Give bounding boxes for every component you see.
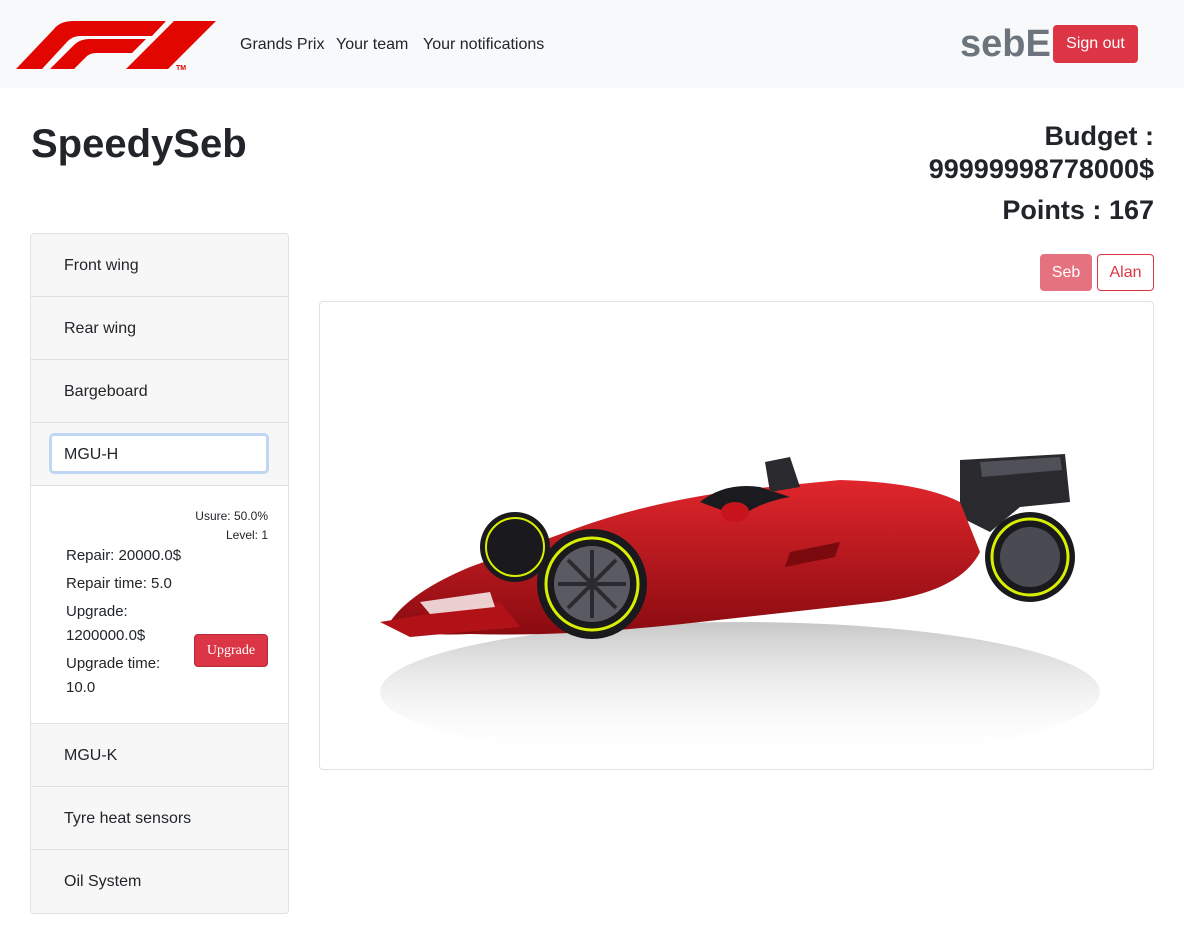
repair-time: Repair time: 5.0 <box>66 575 172 592</box>
sign-out-button[interactable]: Sign out <box>1053 25 1138 63</box>
usure-value: Usure: 50.0% <box>195 509 268 523</box>
accordion-item-oil-system[interactable]: Oil System <box>31 850 288 913</box>
level-value: Level: 1 <box>225 528 268 542</box>
navbar: TM Grands Prix Your team Your notificati… <box>0 0 1184 88</box>
accordion-item-rear-wing[interactable]: Rear wing <box>31 297 288 360</box>
accordion-item-mgu-h[interactable]: MGU-H <box>31 423 288 486</box>
budget-label: Budget : <box>1044 121 1154 151</box>
nav-link-your-notifications[interactable]: Your notifications <box>423 35 544 55</box>
team-name: SpeedySeb <box>31 122 247 166</box>
accordion-item-label: Front wing <box>64 257 139 274</box>
upgrade-cost-label: Upgrade: <box>66 603 128 620</box>
f1-logo-icon[interactable]: TM <box>16 19 216 71</box>
points: Points : 167 <box>1002 194 1154 226</box>
svg-text:TM: TM <box>176 65 186 71</box>
upgrade-button[interactable]: Upgrade <box>194 634 268 667</box>
upgrade-time-value: 10.0 <box>66 679 96 696</box>
accordion-item-label: Rear wing <box>64 320 137 337</box>
accordion-item-label: MGU-K <box>64 747 118 764</box>
nav-link-your-team[interactable]: Your team <box>336 35 408 55</box>
driver-button-alan[interactable]: Alan <box>1097 254 1154 291</box>
budget-value: 99999998778000$ <box>928 154 1154 184</box>
nav-link-grands-prix[interactable]: Grands Prix <box>240 35 324 55</box>
upgrade-cost-value: 1200000.0$ <box>66 627 146 644</box>
accordion-panel-mgu-h: Usure: 50.0% Level: 1 Repair: 20000.0$ R… <box>31 486 288 724</box>
driver-button-seb[interactable]: Seb <box>1040 254 1092 291</box>
accordion-item-label: Oil System <box>64 873 142 890</box>
accordion-item-tyre-heat-sensors[interactable]: Tyre heat sensors <box>31 787 288 850</box>
accordion-item-front-wing[interactable]: Front wing <box>31 234 288 297</box>
f1-car-image <box>380 454 1100 762</box>
accordion-item-label: Tyre heat sensors <box>64 810 192 827</box>
repair-cost: Repair: 20000.0$ <box>66 547 182 564</box>
points-value: 167 <box>1108 195 1154 225</box>
points-label: Points : <box>1002 195 1102 225</box>
accordion-item-bargeboard[interactable]: Bargeboard <box>31 360 288 423</box>
username: sebE <box>960 23 1051 65</box>
upgrade-time-label: Upgrade time: <box>66 655 161 672</box>
car-image-card <box>319 301 1154 770</box>
accordion-item-label: MGU-H <box>64 446 119 463</box>
accordion-item-label: Bargeboard <box>64 383 148 400</box>
parts-accordion: Front wing Rear wing Bargeboard MGU-H Us… <box>30 233 289 914</box>
accordion-item-mgu-k[interactable]: MGU-K <box>31 724 288 787</box>
